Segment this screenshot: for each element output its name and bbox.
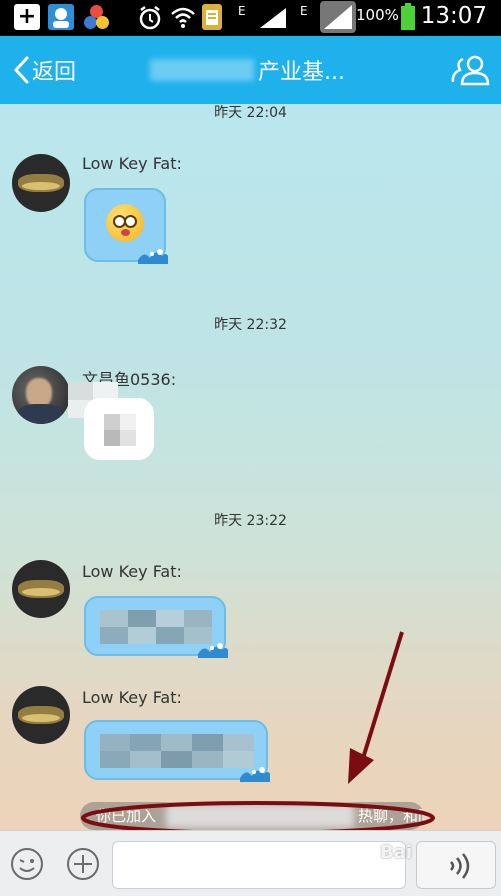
- voice-button[interactable]: [416, 841, 496, 889]
- message-input-bar: [0, 830, 501, 896]
- app-notification-icon-2: [84, 4, 110, 30]
- avatar[interactable]: [12, 154, 70, 212]
- avatar[interactable]: [12, 560, 70, 618]
- sender-name: Low Key Fat:: [82, 154, 182, 173]
- sender-name: Low Key Fat:: [82, 688, 182, 707]
- wifi-icon: [171, 7, 195, 28]
- status-bar: + E E 100% 13:07: [0, 0, 501, 36]
- add-icon: +: [14, 4, 40, 30]
- signal-icon-2: [320, 1, 356, 33]
- plus-circle-icon: [67, 848, 99, 880]
- back-label: 返回: [32, 60, 77, 85]
- annotation-arrow: [348, 631, 404, 784]
- smiley-icon: [11, 848, 43, 880]
- blurred-content: [100, 734, 254, 768]
- battery-text: 100%: [356, 6, 399, 24]
- wave-icon: [240, 767, 270, 782]
- message-timestamp: 昨天 22:04: [214, 105, 287, 121]
- add-attachment-button[interactable]: [64, 845, 102, 883]
- blurred-content: [100, 610, 212, 644]
- angry-emoji-icon: [106, 204, 144, 242]
- message-timestamp: 昨天 23:22: [214, 513, 287, 529]
- blurred-title-part: [150, 59, 254, 81]
- message-bubble[interactable]: [84, 596, 228, 658]
- message-bubble[interactable]: [84, 720, 270, 782]
- group-members-button[interactable]: [451, 52, 491, 88]
- app-notification-icon: [48, 4, 74, 30]
- chat-header: 返回 产业基...: [0, 36, 501, 104]
- message-input[interactable]: [112, 841, 406, 889]
- clock: 13:07: [420, 3, 487, 29]
- back-button[interactable]: 返回: [12, 52, 76, 88]
- page-title: 产业基...: [150, 56, 345, 85]
- chevron-left-icon: [13, 56, 29, 84]
- sender-name: Low Key Fat:: [82, 562, 182, 581]
- avatar[interactable]: [12, 686, 70, 744]
- blurred-content: [104, 414, 136, 446]
- signal-icon: [260, 8, 286, 28]
- voice-wave-icon: [450, 853, 470, 879]
- group-title: 产业基...: [258, 60, 345, 85]
- clipboard-icon: [202, 4, 222, 30]
- network-type-label: E: [238, 4, 246, 18]
- emoji-button[interactable]: [8, 845, 46, 883]
- battery-icon: [401, 3, 415, 30]
- people-icon: [451, 55, 490, 86]
- chat-message-list[interactable]: 昨天 22:04 Low Key Fat: 昨天 22:32 文昌鱼0536: …: [0, 104, 501, 830]
- wave-icon: [138, 249, 168, 264]
- message-bubble[interactable]: [84, 398, 154, 460]
- alarm-icon: [139, 6, 161, 30]
- wave-icon: [198, 643, 228, 658]
- message-timestamp: 昨天 22:32: [214, 317, 287, 333]
- message-bubble[interactable]: [84, 188, 168, 264]
- watermark: Bai: [380, 842, 413, 863]
- avatar[interactable]: [12, 366, 70, 424]
- network-type-label-2: E: [300, 4, 308, 18]
